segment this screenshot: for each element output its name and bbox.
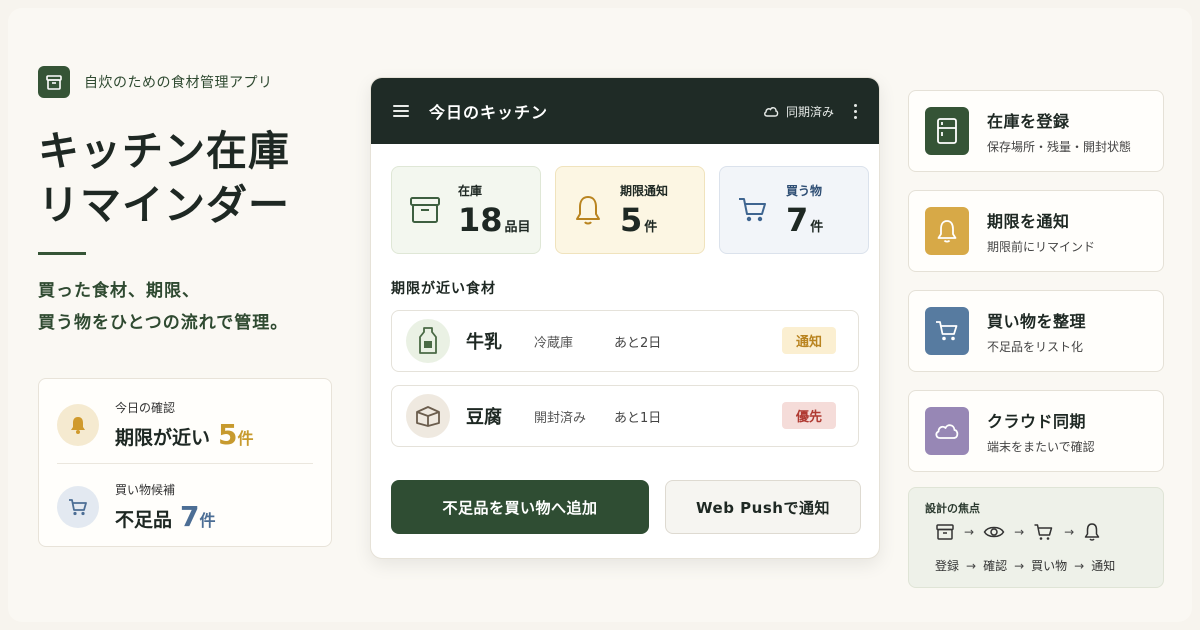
summary-unit: 件 xyxy=(237,429,254,448)
stat-row: 在庫 18 品目 期限通知 5件 買う物 7件 xyxy=(391,166,869,254)
divider xyxy=(57,463,313,464)
feature-title: 在庫を登録 xyxy=(987,111,1070,131)
stat-number: 7 xyxy=(786,200,809,239)
fridge-icon xyxy=(925,107,969,155)
title-divider xyxy=(38,252,86,255)
summary-shopping[interactable]: 買い物候補 不足品 7件 xyxy=(57,481,216,533)
tofu-icon xyxy=(406,394,450,438)
stat-unit: 件 xyxy=(810,219,824,235)
stat-label: 在庫 xyxy=(458,183,483,198)
eye-icon xyxy=(983,526,1005,538)
title-line-1: キッチン在庫 xyxy=(38,127,290,175)
feature-notify: 期限を通知 期限前にリマインド xyxy=(908,190,1164,272)
subtitle-line-2: 買う物をひとつの流れで管理。 xyxy=(38,313,289,333)
summary-count: 7 xyxy=(180,500,200,533)
feature-shopping: 買い物を整理 不足品をリスト化 xyxy=(908,290,1164,372)
bell-icon xyxy=(925,207,969,255)
focus-step: 通知 xyxy=(1091,559,1116,573)
stat-unit: 件 xyxy=(644,219,658,235)
focus-step: 登録 xyxy=(935,559,960,573)
arrow: → xyxy=(964,525,975,539)
bell-icon xyxy=(1084,523,1100,541)
hero-section: 自炊のための食材管理アプリ キッチン在庫 リマインダー 買った食材、期限、 買う… xyxy=(38,66,338,339)
item-location: 開封済み xyxy=(534,410,587,426)
menu-icon[interactable] xyxy=(393,105,409,117)
stat-number: 18 xyxy=(458,200,503,239)
cloud-icon xyxy=(925,407,969,455)
feature-title: 期限を通知 xyxy=(987,211,1070,231)
feature-description: 保存場所・残量・開封状態 xyxy=(987,139,1132,154)
summary-title: 期限が近い xyxy=(115,427,211,449)
status-badge: 優先 xyxy=(781,402,836,429)
stat-label: 期限通知 xyxy=(620,183,669,198)
hero-subtitle: 買った食材、期限、 買う物をひとつの流れで管理。 xyxy=(38,275,338,339)
feature-title: 買い物を整理 xyxy=(987,311,1087,331)
summary-unit: 件 xyxy=(199,511,216,530)
arrow: → xyxy=(1064,525,1075,539)
feature-description: 不足品をリスト化 xyxy=(987,339,1084,354)
status-badge: 通知 xyxy=(781,327,836,354)
feature-description: 期限前にリマインド xyxy=(987,239,1096,254)
item-remaining: あと2日 xyxy=(614,335,662,351)
milk-icon xyxy=(406,319,450,363)
summary-label: 買い物候補 xyxy=(115,483,176,497)
design-focus-card: 設計の焦点 → → → 登録 → 確認 → 買い物 → 通知 xyxy=(908,487,1164,588)
panel-title: 今日のキッチン xyxy=(429,103,549,122)
cart-icon xyxy=(925,307,969,355)
title-line-2: リマインダー xyxy=(38,181,290,229)
arrow: → xyxy=(1074,558,1085,573)
sync-status: 同期済み xyxy=(763,103,834,120)
list-item[interactable]: 牛乳 冷蔵庫 あと2日 通知 xyxy=(391,310,859,372)
page-title: キッチン在庫 リマインダー xyxy=(38,124,338,232)
focus-flow-icons: → → → xyxy=(935,522,1101,542)
bell-icon xyxy=(576,196,600,225)
stat-number: 5 xyxy=(620,200,643,239)
summary-count: 5 xyxy=(218,418,238,451)
arrow: → xyxy=(966,558,977,573)
item-remaining: あと1日 xyxy=(614,410,662,426)
focus-step: 買い物 xyxy=(1031,559,1068,573)
feature-register: 在庫を登録 保存場所・残量・開封状態 xyxy=(908,90,1164,172)
more-options-icon[interactable] xyxy=(854,103,857,119)
stat-inventory[interactable]: 在庫 18 品目 xyxy=(391,166,541,254)
brand-label: 自炊のための食材管理アプリ xyxy=(84,75,273,91)
summary-label: 今日の確認 xyxy=(115,401,176,415)
subtitle-line-1: 買った食材、期限、 xyxy=(38,281,200,301)
feature-description: 端末をまたいで確認 xyxy=(987,439,1095,454)
stat-label: 買う物 xyxy=(786,183,823,198)
cloud-icon xyxy=(764,107,779,117)
bell-icon xyxy=(57,404,99,446)
summary-expiring[interactable]: 今日の確認 期限が近い 5件 xyxy=(57,399,254,451)
panel-header: 今日のキッチン 同期済み xyxy=(371,78,879,144)
feature-title: クラウド同期 xyxy=(987,411,1087,431)
focus-title: 設計の焦点 xyxy=(925,502,980,515)
focus-step: 確認 xyxy=(983,559,1008,573)
stat-unit: 品目 xyxy=(504,219,531,235)
cart-icon xyxy=(57,486,99,528)
box-icon xyxy=(38,66,70,98)
sync-label: 同期済み xyxy=(785,104,834,119)
box-icon xyxy=(410,197,440,223)
summary-title: 不足品 xyxy=(115,509,173,531)
kitchen-panel: 今日のキッチン 同期済み 在庫 18 品目 期限通知 5件 買う物 7件 期限が… xyxy=(370,77,880,559)
section-title: 期限が近い食材 xyxy=(391,281,496,297)
add-to-shopping-button[interactable]: 不足品を買い物へ追加 xyxy=(391,480,649,534)
item-location: 冷蔵庫 xyxy=(534,335,574,351)
focus-flow-labels: 登録 → 確認 → 買い物 → 通知 xyxy=(935,557,1115,574)
stat-shopping[interactable]: 買う物 7件 xyxy=(719,166,869,254)
web-push-notify-button[interactable]: Web Pushで通知 xyxy=(665,480,861,534)
cart-icon xyxy=(1034,524,1053,540)
cart-icon xyxy=(739,198,766,222)
stat-expiry-alerts[interactable]: 期限通知 5件 xyxy=(555,166,705,254)
brand: 自炊のための食材管理アプリ xyxy=(38,66,338,98)
list-item[interactable]: 豆腐 開封済み あと1日 優先 xyxy=(391,385,859,447)
arrow: → xyxy=(1014,558,1025,573)
arrow: → xyxy=(1014,525,1025,539)
item-name: 牛乳 xyxy=(466,332,502,353)
summary-card: 今日の確認 期限が近い 5件 買い物候補 不足品 7件 xyxy=(38,378,332,547)
feature-cloud-sync: クラウド同期 端末をまたいで確認 xyxy=(908,390,1164,472)
item-name: 豆腐 xyxy=(466,407,502,428)
box-icon xyxy=(936,524,954,540)
